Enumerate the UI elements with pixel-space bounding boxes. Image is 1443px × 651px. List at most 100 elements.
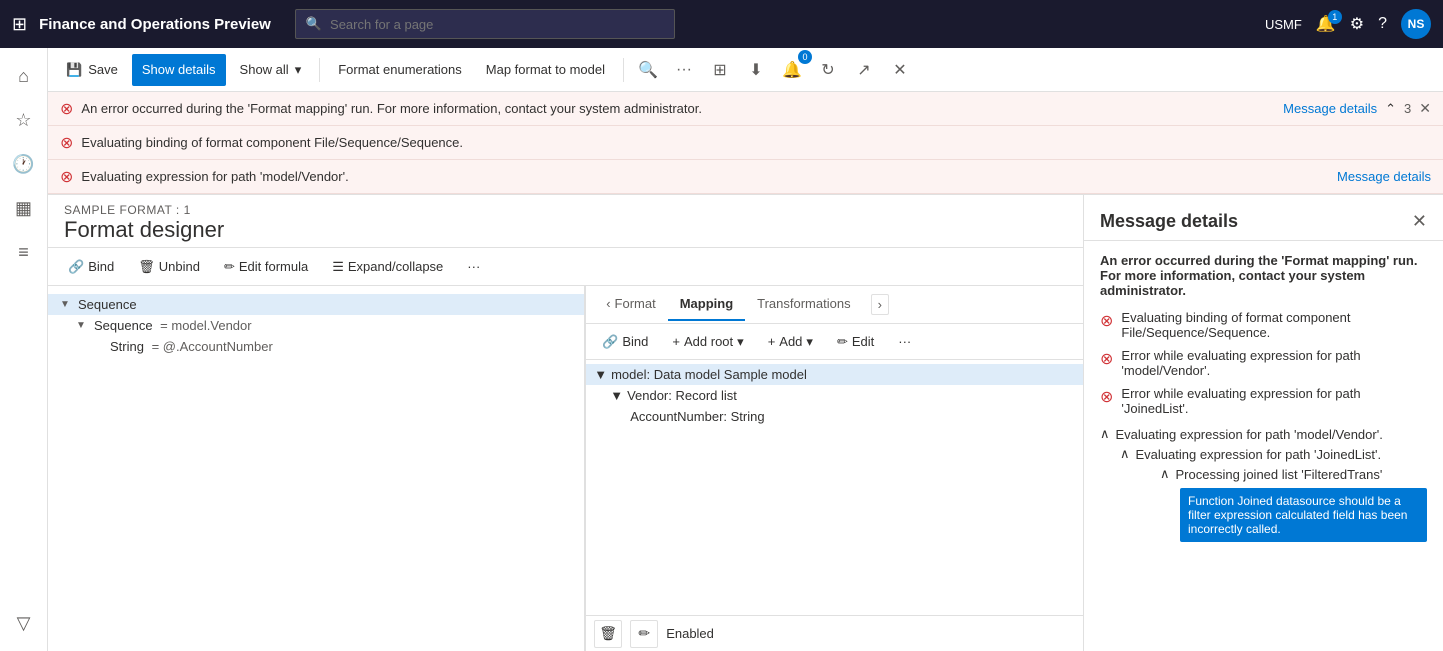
link-icon: 🔗 [68, 259, 84, 275]
error-close-btn[interactable]: ✕ [1419, 100, 1431, 117]
msg-inner-header[interactable]: ∧ Processing joined list 'FilteredTrans' [1160, 464, 1427, 484]
sidebar-recent-icon[interactable]: 🕐 [4, 144, 44, 184]
expand-icon-1: ∧ [1100, 426, 1110, 442]
right-tree-label: model: Data model Sample model [611, 367, 807, 382]
sidebar-favorites-icon[interactable]: ☆ [4, 100, 44, 140]
expand-icon-3: ∧ [1160, 466, 1170, 482]
avatar[interactable]: NS [1401, 9, 1431, 39]
error-nav-up[interactable]: ⌃ [1385, 101, 1396, 117]
more-btn[interactable]: ··· [459, 255, 488, 278]
message-details-link-3[interactable]: Message details [1337, 169, 1431, 184]
tree-area: ▼ Sequence ▼ Sequence = model.Vendor Str… [48, 286, 584, 651]
search-input[interactable] [330, 17, 664, 32]
refresh-icon[interactable]: ↻ [812, 54, 844, 86]
message-summary: An error occurred during the 'Format map… [1100, 253, 1427, 298]
map-format-button[interactable]: Map format to model [476, 54, 615, 86]
main-panel: SAMPLE FORMAT : 1 Format designer 🔗 Bind… [48, 195, 1443, 651]
right-tree-arrow: ▼ [610, 388, 623, 403]
tab-transformations[interactable]: Transformations [745, 288, 862, 321]
right-footer: 🗑 ✏ Enabled [586, 615, 1083, 651]
close-page-icon[interactable]: ✕ [884, 54, 916, 86]
right-more-btn[interactable]: ··· [890, 330, 919, 353]
designer-toolbar: 🔗 Bind 🗑 Unbind ✏ Edit formula ☰ Expand/… [48, 248, 1083, 286]
tree-label: String [110, 339, 144, 354]
error-text-1: An error occurred during the 'Format map… [81, 101, 1275, 116]
notifications-icon[interactable]: 🔔 1 [1316, 14, 1336, 34]
expand-icon-2: ∧ [1120, 446, 1130, 462]
msg-section-label-1: Evaluating expression for path 'model/Ve… [1116, 427, 1383, 442]
edit-button[interactable]: ✏ Edit [829, 330, 882, 354]
more-options-icon[interactable]: ··· [668, 54, 700, 86]
bind-button[interactable]: 🔗 Bind [60, 255, 122, 279]
right-tree-item[interactable]: ▼ Vendor: Record list [586, 385, 1083, 406]
right-bind-button[interactable]: 🔗 Bind [594, 330, 656, 354]
msg-subsection-header-1[interactable]: ∧ Evaluating expression for path 'Joined… [1120, 444, 1427, 464]
right-pane: ‹ Format Mapping Transformations › [586, 286, 1083, 651]
highlight-box: Function Joined datasource should be a f… [1180, 488, 1427, 542]
right-tree: ▼ model: Data model Sample model ▼ Vendo… [586, 360, 1083, 615]
show-all-button[interactable]: Show all ▾ [230, 54, 312, 86]
tree-label: Sequence [94, 318, 153, 333]
designer-subtitle: SAMPLE FORMAT : 1 [64, 203, 1067, 217]
show-details-button[interactable]: Show details [132, 54, 226, 86]
sidebar-home-icon[interactable]: ⌂ [4, 56, 44, 96]
download-icon[interactable]: ⬇ [740, 54, 772, 86]
format-designer: SAMPLE FORMAT : 1 Format designer 🔗 Bind… [48, 195, 1083, 651]
save-button[interactable]: 💾 Save [56, 54, 128, 86]
app-title: Finance and Operations Preview [39, 16, 271, 33]
grid-icon[interactable]: ⊞ [12, 14, 27, 35]
search-toolbar-icon[interactable]: 🔍 [632, 54, 664, 86]
message-close-btn[interactable]: ✕ [1412, 211, 1427, 232]
edit-formula-button[interactable]: ✏ Edit formula [216, 255, 316, 279]
right-tree-label: Vendor: Record list [627, 388, 737, 403]
tag-icon[interactable]: ⊞ [704, 54, 736, 86]
plus-icon: + [672, 334, 680, 349]
external-link-icon[interactable]: ↗ [848, 54, 880, 86]
tree-item[interactable]: String = @.AccountNumber [48, 336, 584, 357]
search-bar[interactable]: 🔍 [295, 9, 675, 39]
badge-icon[interactable]: 🔔 0 [776, 54, 808, 86]
error-text-3: Evaluating expression for path 'model/Ve… [81, 169, 1329, 184]
env-label: USMF [1265, 17, 1302, 32]
expand-collapse-button[interactable]: ☰ Expand/collapse [324, 255, 451, 279]
msg-section-header-1[interactable]: ∧ Evaluating expression for path 'model/… [1100, 424, 1427, 444]
right-tree-item[interactable]: AccountNumber: String [586, 406, 1083, 427]
add-root-button[interactable]: + Add root ▾ [664, 330, 751, 354]
split-pane: ▼ Sequence ▼ Sequence = model.Vendor Str… [48, 286, 1083, 651]
message-details-link-1[interactable]: Message details [1283, 101, 1377, 116]
right-tree-item[interactable]: ▼ model: Data model Sample model [586, 364, 1083, 385]
unbind-button[interactable]: 🗑 Unbind [130, 255, 208, 279]
tree-item[interactable]: ▼ Sequence = model.Vendor [48, 315, 584, 336]
plus-icon-2: + [768, 334, 776, 349]
format-enumerations-button[interactable]: Format enumerations [328, 54, 472, 86]
settings-icon[interactable]: ⚙ [1350, 14, 1364, 34]
tree-item[interactable]: ▼ Sequence [48, 294, 584, 315]
tab-format[interactable]: ‹ Format [594, 288, 668, 321]
msg-inner-label: Processing joined list 'FilteredTrans' [1176, 467, 1383, 482]
toolbar-separator [319, 58, 320, 82]
tree-arrow-icon: ▼ [76, 320, 90, 331]
help-icon[interactable]: ? [1378, 15, 1387, 33]
msg-err-icon-1: ⊗ [1100, 311, 1113, 331]
sidebar-workspaces-icon[interactable]: ▦ [4, 188, 44, 228]
message-panel: Message details ✕ An error occurred duri… [1083, 195, 1443, 651]
right-tree-arrow: ▼ [594, 367, 607, 382]
tree-label: Sequence [78, 297, 137, 312]
search-icon: 🔍 [306, 16, 322, 32]
nav-right: USMF 🔔 1 ⚙ ? NS [1265, 9, 1431, 39]
right-tabs: ‹ Format Mapping Transformations › [586, 286, 1083, 324]
drag-handle[interactable] [581, 286, 585, 651]
main-toolbar: 💾 Save Show details Show all ▾ Format en… [48, 48, 1443, 92]
sidebar-filter-icon[interactable]: ▽ [4, 603, 44, 643]
error-icon-3: ⊗ [60, 167, 73, 187]
message-section-1: ∧ Evaluating expression for path 'model/… [1100, 424, 1427, 542]
add-button[interactable]: + Add ▾ [760, 330, 821, 354]
delete-btn[interactable]: 🗑 [594, 620, 622, 648]
sidebar-modules-icon[interactable]: ≡ [4, 232, 44, 272]
msg-subsection-1: ∧ Evaluating expression for path 'Joined… [1100, 444, 1427, 542]
right-toolbar: 🔗 Bind + Add root ▾ + Add ▾ [586, 324, 1083, 360]
status-label: Enabled [666, 626, 714, 641]
tab-next-icon[interactable]: › [871, 294, 889, 315]
tab-mapping[interactable]: Mapping [668, 288, 745, 321]
edit-footer-btn[interactable]: ✏ [630, 620, 658, 648]
